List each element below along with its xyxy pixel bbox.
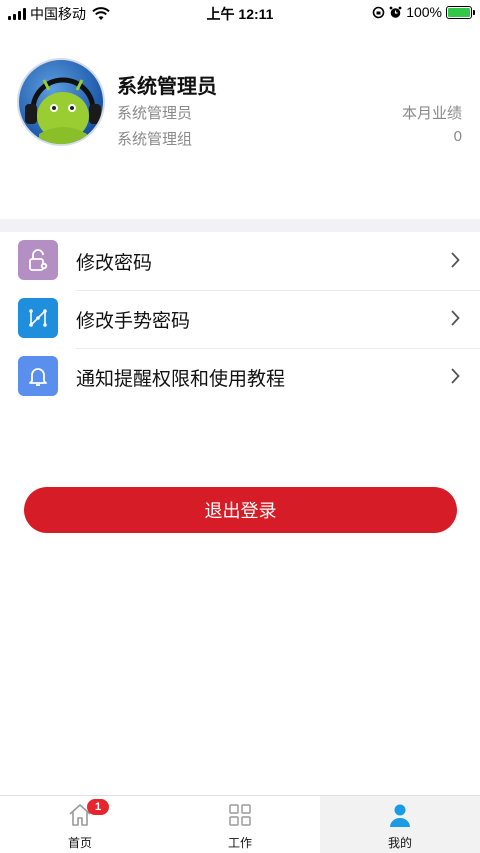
profile-role: 系统管理员 bbox=[117, 105, 193, 122]
lock-gear-icon bbox=[18, 240, 58, 280]
chevron-right-icon bbox=[451, 310, 460, 326]
chevron-right-icon bbox=[451, 368, 460, 384]
menu-item-notification-guide[interactable]: 通知提醒权限和使用教程 bbox=[0, 348, 480, 406]
tab-label: 工作 bbox=[227, 836, 252, 850]
tab-mine[interactable]: 我的 bbox=[320, 796, 480, 853]
alarm-icon bbox=[389, 6, 402, 18]
tab-label: 首页 bbox=[67, 836, 92, 850]
section-divider bbox=[0, 219, 480, 232]
profile-name: 系统管理员 bbox=[117, 76, 217, 98]
bell-icon bbox=[18, 356, 58, 396]
status-bar: 中国移动 上午 12:11 100% bbox=[0, 0, 480, 26]
user-icon bbox=[390, 804, 410, 827]
tab-bar: 1 首页 工作 我的 bbox=[0, 795, 480, 853]
menu-item-label: 修改密码 bbox=[76, 252, 153, 274]
menu-item-label: 通知提醒权限和使用教程 bbox=[76, 368, 286, 390]
settings-menu: 修改密码 修改手势密码 通知提醒权限和使用教程 bbox=[0, 232, 480, 406]
logout-button[interactable]: 退出登录 bbox=[24, 487, 457, 533]
monthly-performance-value: 0 bbox=[453, 128, 462, 145]
battery-icon bbox=[446, 5, 475, 19]
avatar[interactable] bbox=[17, 58, 105, 146]
profile-header: 系统管理员 系统管理员 系统管理组 本月业绩 0 bbox=[0, 50, 480, 190]
battery-percent: 100% bbox=[406, 4, 442, 20]
menu-item-change-gesture-password[interactable]: 修改手势密码 bbox=[0, 290, 480, 348]
tab-work[interactable]: 工作 bbox=[160, 796, 320, 853]
grid-icon bbox=[229, 804, 251, 826]
android-avatar-icon bbox=[25, 77, 101, 144]
orientation-lock-icon bbox=[372, 6, 385, 18]
tab-home[interactable]: 1 首页 bbox=[0, 796, 160, 853]
chevron-right-icon bbox=[451, 252, 460, 268]
menu-item-change-password[interactable]: 修改密码 bbox=[0, 232, 480, 290]
tab-label: 我的 bbox=[387, 836, 412, 850]
monthly-performance-label: 本月业绩 bbox=[401, 105, 462, 122]
notification-badge: 1 bbox=[87, 799, 109, 815]
status-right: 100% bbox=[372, 4, 475, 20]
gesture-pattern-icon bbox=[18, 298, 58, 338]
profile-group: 系统管理组 bbox=[117, 131, 193, 148]
menu-item-label: 修改手势密码 bbox=[76, 310, 191, 332]
